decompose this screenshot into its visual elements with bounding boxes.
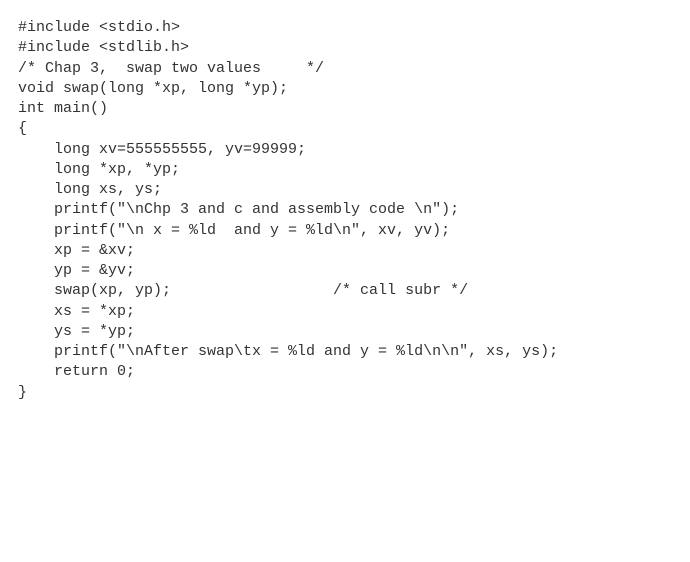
code-line: long xv=555555555, yv=99999; [18,140,672,160]
code-line: #include <stdio.h> [18,18,672,38]
code-line: printf("\nChp 3 and c and assembly code … [18,200,672,220]
code-line: long xs, ys; [18,180,672,200]
code-line: void swap(long *xp, long *yp); [18,79,672,99]
code-line: xs = *xp; [18,302,672,322]
code-line: printf("\n x = %ld and y = %ld\n", xv, y… [18,221,672,241]
code-line: yp = &yv; [18,261,672,281]
code-line: /* Chap 3, swap two values */ [18,59,672,79]
code-line: #include <stdlib.h> [18,38,672,58]
code-line: xp = &xv; [18,241,672,261]
code-line: } [18,383,672,403]
code-line: swap(xp, yp); /* call subr */ [18,281,672,301]
code-line: long *xp, *yp; [18,160,672,180]
code-line: ys = *yp; [18,322,672,342]
code-line: return 0; [18,362,672,382]
code-line: int main() [18,99,672,119]
code-line: { [18,119,672,139]
code-block: #include <stdio.h>#include <stdlib.h>/* … [18,18,672,403]
code-line: printf("\nAfter swap\tx = %ld and y = %l… [18,342,672,362]
